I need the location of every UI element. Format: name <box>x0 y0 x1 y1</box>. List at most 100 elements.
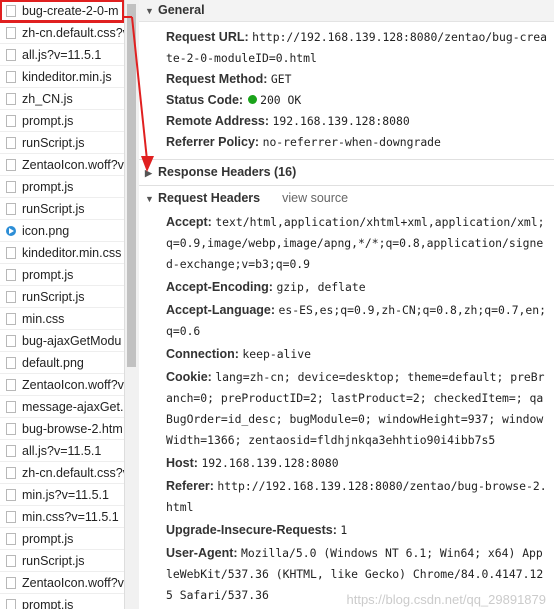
file-icon <box>6 422 16 435</box>
file-name: bug-create-2-0-m <box>22 3 119 18</box>
header-name: Host: <box>166 456 198 470</box>
file-list-item[interactable]: kindeditor.min.css <box>0 242 124 264</box>
file-icon <box>6 356 16 369</box>
file-name: runScript.js <box>22 135 85 150</box>
file-list-item[interactable]: runScript.js <box>0 198 124 220</box>
file-icon <box>6 180 16 193</box>
file-name: default.png <box>22 355 84 370</box>
image-icon <box>6 225 16 236</box>
request-header-row: Upgrade-Insecure-Requests: 1 <box>139 520 554 541</box>
file-icon <box>6 114 16 127</box>
file-list-item[interactable]: prompt.js <box>0 594 124 609</box>
file-list-item[interactable]: zh_CN.js <box>0 88 124 110</box>
header-value: lang=zh-cn; device=desktop; theme=defaul… <box>166 370 545 447</box>
file-list-item[interactable]: min.css?v=11.5.1 <box>0 506 124 528</box>
file-list-item[interactable]: prompt.js <box>0 110 124 132</box>
referrer-policy-row: Referrer Policy: no-referrer-when-downgr… <box>166 135 441 149</box>
file-list-item[interactable]: zh-cn.default.css?v <box>0 22 124 44</box>
file-icon <box>6 466 16 479</box>
file-icon <box>6 532 16 545</box>
header-value: 192.168.139.128:8080 <box>201 456 339 470</box>
remote-address-row: Remote Address: 192.168.139.128:8080 <box>166 114 410 128</box>
file-list-item[interactable]: ZentaoIcon.woff?v <box>0 374 124 396</box>
file-list-item[interactable]: message-ajaxGet.. <box>0 396 124 418</box>
file-name: kindeditor.min.css <box>22 245 122 260</box>
file-list-item[interactable]: runScript.js <box>0 550 124 572</box>
expanded-triangle-icon: ▼ <box>145 6 154 16</box>
scrollbar-thumb[interactable] <box>127 4 136 367</box>
file-icon <box>6 576 16 589</box>
header-name: Accept-Encoding: <box>166 280 273 294</box>
request-header-row: Accept-Language: es-ES,es;q=0.9,zh-CN;q=… <box>139 300 554 342</box>
general-section-header[interactable]: ▼ General <box>139 0 554 22</box>
header-value: http://192.168.139.128:8080/zentao/bug-b… <box>166 479 547 514</box>
file-list-item[interactable]: ZentaoIcon.woff?v <box>0 572 124 594</box>
header-value: gzip, deflate <box>276 280 366 294</box>
file-name: min.css <box>22 311 65 326</box>
file-list-item[interactable]: min.js?v=11.5.1 <box>0 484 124 506</box>
file-list-item[interactable]: all.js?v=11.5.1 <box>0 44 124 66</box>
file-list-item[interactable]: runScript.js <box>0 286 124 308</box>
headers-panel: ▼ General Request URL: http://192.168.139… <box>139 0 554 609</box>
file-icon <box>6 92 16 105</box>
request-file-list: bug-create-2-0-m zh-cn.default.css?v all.j… <box>0 0 125 609</box>
file-list-scrollbar[interactable] <box>124 0 139 609</box>
file-list-item[interactable]: runScript.js <box>0 132 124 154</box>
file-list-item[interactable]: kindeditor.min.js <box>0 66 124 88</box>
file-list-item[interactable]: prompt.js <box>0 176 124 198</box>
file-icon <box>6 598 16 609</box>
file-list-item[interactable]: ZentaoIcon.woff?v <box>0 154 124 176</box>
file-name: bug-ajaxGetModu <box>22 333 122 348</box>
file-name: ZentaoIcon.woff?v <box>22 157 124 172</box>
header-name: Cookie: <box>166 370 212 384</box>
header-value: text/html,application/xhtml+xml,applicat… <box>166 215 545 271</box>
request-headers-section-header[interactable]: ▼ Request Headers view source <box>139 188 554 209</box>
request-header-row: Referer: http://192.168.139.128:8080/zen… <box>139 476 554 518</box>
file-icon <box>6 26 16 39</box>
file-icon <box>6 290 16 303</box>
file-icon <box>6 48 16 61</box>
file-name: ZentaoIcon.woff?v <box>22 377 124 392</box>
request-header-row: Accept-Encoding: gzip, deflate <box>139 277 554 298</box>
file-icon <box>6 158 16 171</box>
file-name: message-ajaxGet.. <box>22 399 124 414</box>
header-name: Accept: <box>166 215 212 229</box>
file-name: runScript.js <box>22 201 85 216</box>
header-value: keep-alive <box>242 347 311 361</box>
file-icon <box>6 510 16 523</box>
file-list-item[interactable]: min.css <box>0 308 124 330</box>
file-list-item[interactable]: default.png <box>0 352 124 374</box>
file-name: runScript.js <box>22 553 85 568</box>
file-name: prompt.js <box>22 179 74 194</box>
file-list-item[interactable]: icon.png <box>0 220 124 242</box>
header-value: 1 <box>340 523 348 537</box>
file-name: prompt.js <box>22 597 74 609</box>
file-icon <box>6 268 16 281</box>
file-icon <box>6 246 16 259</box>
file-icon <box>6 378 16 391</box>
status-code-row: Status Code: 200 OK <box>166 93 302 107</box>
file-icon <box>6 554 16 567</box>
file-list-item[interactable]: prompt.js <box>0 528 124 550</box>
file-list-item[interactable]: prompt.js <box>0 264 124 286</box>
request-url-row: Request URL: http://192.168.139.128:8080… <box>166 30 548 65</box>
request-header-row: Connection: keep-alive <box>139 344 554 365</box>
file-icon <box>6 334 16 347</box>
file-list-item[interactable]: bug-ajaxGetModu <box>0 330 124 352</box>
file-list-item[interactable]: zh-cn.default.css?v <box>0 462 124 484</box>
file-icon <box>6 400 16 413</box>
view-source-link[interactable]: view source <box>282 191 348 205</box>
response-headers-section-header[interactable]: ▶ Response Headers (16) <box>139 162 554 183</box>
header-name: Referer: <box>166 479 214 493</box>
file-icon <box>6 136 16 149</box>
file-list-item[interactable]: bug-browse-2.htm <box>0 418 124 440</box>
file-list-item[interactable]: bug-create-2-0-m <box>0 0 124 23</box>
collapsed-triangle-icon: ▶ <box>145 168 152 178</box>
request-header-row: Host: 192.168.139.128:8080 <box>139 453 554 474</box>
file-list-item[interactable]: all.js?v=11.5.1 <box>0 440 124 462</box>
file-name: min.css?v=11.5.1 <box>22 509 119 524</box>
file-name: min.js?v=11.5.1 <box>22 487 109 502</box>
file-icon <box>6 4 16 17</box>
file-name: kindeditor.min.js <box>22 69 112 84</box>
request-header-row: User-Agent: Mozilla/5.0 (Windows NT 6.1;… <box>139 543 554 606</box>
